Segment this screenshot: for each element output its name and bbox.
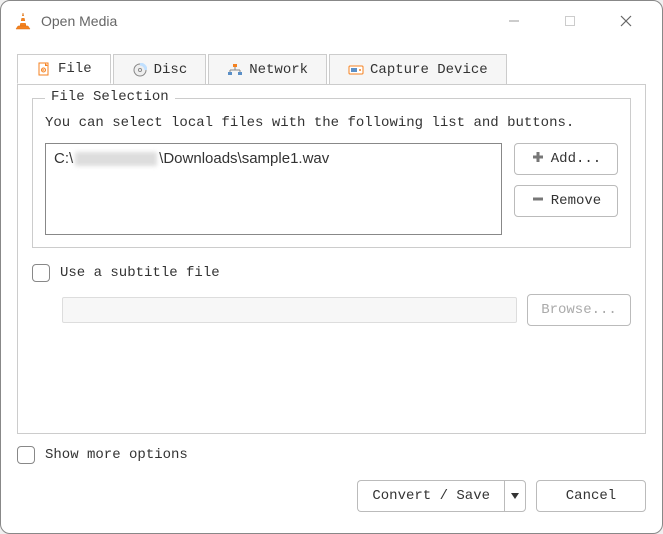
file-path-prefix: C:\ [54,150,73,167]
convert-save-dropdown[interactable] [504,480,526,512]
minimize-button[interactable] [486,1,542,41]
remove-button[interactable]: Remove [514,185,618,217]
subtitle-checkbox[interactable] [32,264,50,282]
file-selection-legend: File Selection [45,89,175,105]
file-list[interactable]: C:\ \Downloads\sample1.wav [45,143,502,235]
network-icon [227,62,243,78]
file-entry[interactable]: C:\ \Downloads\sample1.wav [54,150,493,167]
browse-button: Browse... [527,294,631,326]
cancel-button[interactable]: Cancel [536,480,646,512]
tab-capture[interactable]: Capture Device [329,54,507,84]
file-selection-group: File Selection You can select local file… [32,98,631,248]
convert-save-button[interactable]: Convert / Save [357,480,504,512]
tab-network-label: Network [249,62,308,78]
disc-icon [132,62,148,78]
file-selection-hint: You can select local files with the foll… [45,115,618,131]
titlebar: Open Media [1,1,662,41]
subtitle-checkbox-row: Use a subtitle file [32,264,631,282]
convert-save-label: Convert / Save [372,488,490,504]
more-options-label: Show more options [45,447,188,463]
plus-icon [531,150,545,169]
subtitle-path-input [62,297,517,323]
open-media-dialog: Open Media File [0,0,663,534]
capture-device-icon [348,62,364,78]
tab-bar: File Disc Network Capture Device [17,54,646,85]
maximize-button[interactable] [542,1,598,41]
add-button[interactable]: Add... [514,143,618,175]
browse-button-label: Browse... [541,302,617,318]
tab-file[interactable]: File [17,54,111,84]
file-icon [36,61,52,77]
convert-save-split-button: Convert / Save [357,480,526,512]
vlc-cone-icon [13,11,33,31]
redacted-username [75,152,157,166]
file-panel: File Selection You can select local file… [17,84,646,434]
more-options-row: Show more options [17,446,646,464]
chevron-down-icon [511,493,519,499]
window-title: Open Media [41,13,117,29]
file-path-suffix: \Downloads\sample1.wav [159,150,329,167]
subtitle-label: Use a subtitle file [60,265,220,281]
tab-network[interactable]: Network [208,54,327,84]
close-button[interactable] [598,1,654,41]
tab-capture-label: Capture Device [370,62,488,78]
remove-button-label: Remove [551,193,601,209]
tab-disc-label: Disc [154,62,188,78]
tab-file-label: File [58,61,92,77]
tab-disc[interactable]: Disc [113,54,207,84]
add-button-label: Add... [551,151,601,167]
minus-icon [531,192,545,211]
cancel-button-label: Cancel [566,488,616,504]
more-options-checkbox[interactable] [17,446,35,464]
